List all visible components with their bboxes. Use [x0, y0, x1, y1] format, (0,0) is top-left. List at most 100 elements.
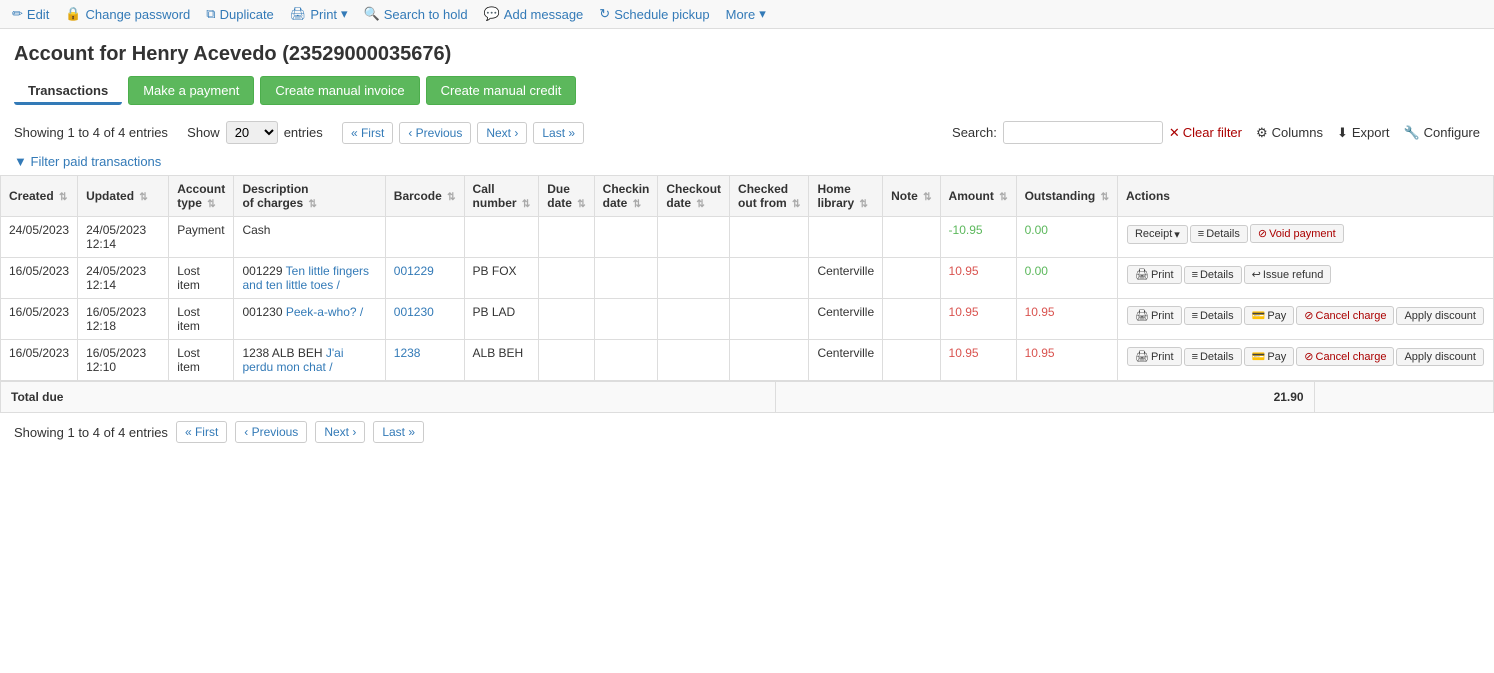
search-box: Search: ✕ Clear filter — [952, 121, 1242, 144]
col-checked-out-from[interactable]: Checkedout from ⇅ — [730, 176, 809, 217]
action-apply-discount-button[interactable]: Apply discount — [1396, 348, 1484, 366]
total-label: Total due — [1, 382, 776, 413]
action-receipt-button[interactable]: Receipt ▾ — [1127, 225, 1188, 244]
export-button[interactable]: ⬇ Export — [1337, 125, 1389, 141]
col-due-date[interactable]: Duedate ⇅ — [539, 176, 594, 217]
action-pay-button[interactable]: 💳Pay — [1244, 347, 1295, 366]
col-amount[interactable]: Amount ⇅ — [940, 176, 1016, 217]
action-details-button[interactable]: ≡Details — [1184, 307, 1242, 325]
action-print-button[interactable]: 🖨Print — [1127, 347, 1182, 366]
bottom-last-button[interactable]: Last » — [373, 421, 424, 443]
cell-note — [883, 217, 940, 258]
col-note[interactable]: Note ⇅ — [883, 176, 940, 217]
action-void-payment-button[interactable]: ⊘Void payment — [1250, 224, 1344, 243]
total-table: Total due 21.90 — [0, 381, 1494, 413]
table-header-row: Created ⇅ Updated ⇅ Accounttype ⇅ Descri… — [1, 176, 1494, 217]
col-checkin-date[interactable]: Checkindate ⇅ — [594, 176, 658, 217]
cell-barcode — [385, 217, 464, 258]
search-input[interactable] — [1003, 121, 1163, 144]
col-outstanding[interactable]: Outstanding ⇅ — [1016, 176, 1117, 217]
add-message-button[interactable]: 💬 Add message — [484, 6, 584, 22]
duplicate-button[interactable]: ⧉ Duplicate — [206, 6, 274, 22]
tab-create-manual-credit[interactable]: Create manual credit — [426, 76, 577, 105]
cell-checkin-date — [594, 217, 658, 258]
col-account-type[interactable]: Accounttype ⇅ — [169, 176, 234, 217]
col-barcode[interactable]: Barcode ⇅ — [385, 176, 464, 217]
description-link[interactable]: Ten little fingers and ten little toes / — [242, 264, 369, 292]
amount-value: 10.95 — [949, 264, 979, 278]
more-button[interactable]: More ▾ — [726, 6, 766, 22]
prev-button[interactable]: ‹ Previous — [399, 122, 471, 144]
tab-make-payment[interactable]: Make a payment — [128, 76, 254, 105]
col-updated[interactable]: Updated ⇅ — [78, 176, 169, 217]
change-password-button[interactable]: 🔒 Change password — [65, 6, 190, 22]
last-button[interactable]: Last » — [533, 122, 584, 144]
col-checkout-date[interactable]: Checkoutdate ⇅ — [658, 176, 730, 217]
bottom-next-button[interactable]: Next › — [315, 421, 365, 443]
cell-updated: 24/05/2023 12:14 — [78, 217, 169, 258]
more-label: More — [726, 7, 756, 22]
barcode-link[interactable]: 1238 — [394, 346, 421, 360]
tab-create-manual-invoice[interactable]: Create manual invoice — [260, 76, 419, 105]
col-created[interactable]: Created ⇅ — [1, 176, 78, 217]
action-cancel-charge-button[interactable]: ⊘Cancel charge — [1296, 347, 1394, 366]
description-link[interactable]: Peek-a-who? / — [286, 305, 363, 319]
print-button[interactable]: 🖨 Print ▾ — [290, 6, 348, 22]
col-description[interactable]: Descriptionof charges ⇅ — [234, 176, 385, 217]
cell-outstanding: 10.95 — [1016, 299, 1117, 340]
next-button[interactable]: Next › — [477, 122, 527, 144]
columns-button[interactable]: ⚙ Columns — [1256, 125, 1323, 141]
cell-checkout-date — [658, 299, 730, 340]
show-select[interactable]: 201050100 — [226, 121, 278, 144]
export-label: Export — [1352, 125, 1390, 140]
cell-due-date — [539, 299, 594, 340]
action-details-button[interactable]: ≡Details — [1190, 225, 1248, 243]
cell-account-type: Lost item — [169, 299, 234, 340]
lock-icon: 🔒 — [65, 6, 81, 22]
cell-note — [883, 299, 940, 340]
barcode-link[interactable]: 001229 — [394, 264, 434, 278]
cell-call-number — [464, 217, 539, 258]
description-link[interactable]: J'ai perdu mon chat / — [242, 346, 343, 374]
configure-button[interactable]: 🔧 Configure — [1403, 125, 1480, 141]
action-pay-button[interactable]: 💳Pay — [1244, 306, 1295, 325]
action-icon: ≡ — [1192, 269, 1198, 281]
cell-description: 1238 ALB BEH J'ai perdu mon chat / — [234, 340, 385, 381]
cell-description: 001230 Peek-a-who? / — [234, 299, 385, 340]
cell-checkout-date — [658, 217, 730, 258]
schedule-pickup-button[interactable]: ↻ Schedule pickup — [599, 6, 709, 22]
action-print-button[interactable]: 🖨Print — [1127, 265, 1182, 284]
action-icon: ≡ — [1198, 228, 1204, 240]
export-icon: ⬇ — [1337, 125, 1348, 141]
clear-filter-button[interactable]: ✕ Clear filter — [1169, 125, 1242, 141]
cell-description: 001229 Ten little fingers and ten little… — [234, 258, 385, 299]
col-home-library[interactable]: Homelibrary ⇅ — [809, 176, 883, 217]
col-call-number[interactable]: Callnumber ⇅ — [464, 176, 539, 217]
table-row: 16/05/202324/05/2023 12:14Lost item00122… — [1, 258, 1494, 299]
cell-checked-out-from — [730, 258, 809, 299]
tab-transactions[interactable]: Transactions — [14, 77, 122, 105]
bottom-prev-button[interactable]: ‹ Previous — [235, 421, 307, 443]
bottom-first-button[interactable]: « First — [176, 421, 227, 443]
action-apply-discount-button[interactable]: Apply discount — [1396, 307, 1484, 325]
first-button[interactable]: « First — [342, 122, 393, 144]
action-print-button[interactable]: 🖨Print — [1127, 306, 1182, 325]
action-issue-refund-button[interactable]: ↩Issue refund — [1244, 265, 1332, 284]
action-icon: ≡ — [1192, 351, 1198, 363]
edit-button[interactable]: ✏ Edit — [12, 6, 49, 22]
show-entries-control: Showing 1 to 4 of 4 entries Show 2010501… — [14, 121, 584, 144]
columns-icon: ⚙ — [1256, 125, 1268, 141]
entries-label: entries — [284, 125, 323, 140]
cell-due-date — [539, 217, 594, 258]
action-icon: 🖨 — [1135, 309, 1149, 322]
more-dropdown-icon: ▾ — [759, 6, 766, 22]
outstanding-value: 0.00 — [1025, 223, 1048, 237]
action-details-button[interactable]: ≡Details — [1184, 266, 1242, 284]
action-details-button[interactable]: ≡Details — [1184, 348, 1242, 366]
tab-bar: Transactions Make a payment Create manua… — [0, 76, 1494, 115]
filter-paid-row[interactable]: ▼ Filter paid transactions — [0, 150, 1494, 175]
action-cancel-charge-button[interactable]: ⊘Cancel charge — [1296, 306, 1394, 325]
search-to-hold-button[interactable]: 🔍 Search to hold — [364, 6, 468, 22]
barcode-link[interactable]: 001230 — [394, 305, 434, 319]
cell-outstanding: 0.00 — [1016, 258, 1117, 299]
